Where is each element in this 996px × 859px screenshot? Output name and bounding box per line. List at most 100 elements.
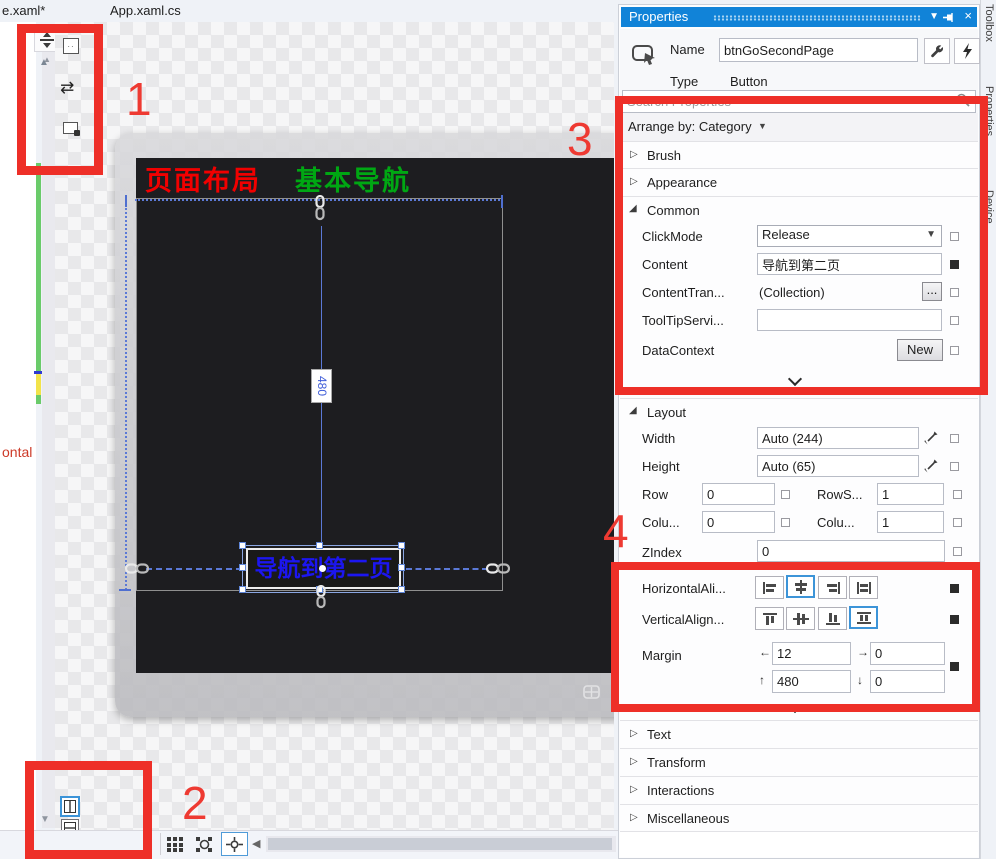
anchor-chain-top-icon[interactable] <box>314 195 326 221</box>
width-input[interactable] <box>757 427 919 449</box>
annotation-box-2 <box>25 761 152 859</box>
auto-hide-pin-icon[interactable] <box>943 11 956 24</box>
height-row: Height <box>620 453 978 481</box>
zindex-property-marker[interactable] <box>953 547 962 556</box>
design-surface[interactable]: 页面布局 基本导航 480 <box>55 22 614 830</box>
page-title-red: 页面布局 <box>145 159 261 198</box>
interactions-label: Interactions <box>647 783 714 798</box>
height-input[interactable] <box>757 455 919 477</box>
type-value: Button <box>730 74 768 89</box>
properties-title: Properties <box>629 9 688 24</box>
expander-expanded-icon: ◢ <box>629 405 637 416</box>
auto-size-icon[interactable] <box>924 459 938 473</box>
page-title-green: 基本导航 <box>295 159 411 198</box>
lightning-icon <box>961 43 974 59</box>
dimension-label: 480 <box>311 369 332 403</box>
annotation-box-4 <box>611 562 980 712</box>
rowspan-property-marker[interactable] <box>953 490 962 499</box>
zindex-label: ZIndex <box>642 545 682 560</box>
margin-dash-right <box>406 568 488 570</box>
close-icon[interactable]: × <box>964 8 972 23</box>
transform-label: Transform <box>647 755 706 770</box>
category-transform[interactable]: ▷ Transform <box>620 748 978 776</box>
width-label: Width <box>642 431 675 446</box>
grid-column-input[interactable] <box>702 511 775 533</box>
colspan-property-marker[interactable] <box>953 518 962 527</box>
name-label: Name <box>670 42 705 57</box>
vs-designer-window: e.xaml* App.xaml.cs ontal ▲ ▼ ▲ ·· ⇄ 页面布… <box>0 0 996 859</box>
side-tab-toolbox[interactable]: Toolbox <box>983 4 995 42</box>
anchor-chain-left-icon[interactable] <box>125 560 149 577</box>
resize-handle-nw[interactable] <box>239 542 246 549</box>
expander-collapsed-icon: ▷ <box>630 784 638 795</box>
expander-collapsed-icon: ▷ <box>630 812 638 823</box>
width-property-marker[interactable] <box>950 434 959 443</box>
resize-handle-e[interactable] <box>398 564 405 571</box>
change-bar-green <box>36 163 41 372</box>
annotation-box-1 <box>17 24 103 175</box>
resize-handle-se[interactable] <box>398 586 405 593</box>
snap-to-snaplines-button[interactable] <box>221 832 248 856</box>
col-boundary-tick-bottom <box>119 589 131 591</box>
height-input-wrap <box>757 455 919 477</box>
text-label: Text <box>647 727 671 742</box>
events-mode-button[interactable] <box>954 38 980 64</box>
category-layout[interactable]: ◢ Layout <box>620 398 978 425</box>
grid-row-input-wrap <box>702 483 775 505</box>
properties-title-bar[interactable]: Properties ▼ × <box>621 7 977 27</box>
tab-mainpage-xaml[interactable]: e.xaml* <box>2 3 45 18</box>
resize-handle-n[interactable] <box>316 542 323 549</box>
rowspan-input[interactable] <box>877 483 944 505</box>
hscroll-thumb[interactable] <box>268 838 612 850</box>
zindex-input[interactable] <box>757 540 945 562</box>
titlebar-grip <box>713 15 921 21</box>
resize-handle-w[interactable] <box>239 564 246 571</box>
row-rowspan-row: Row RowS... <box>620 481 978 509</box>
snap-to-grid-icon[interactable] <box>196 837 213 852</box>
type-label: Type <box>670 74 698 89</box>
category-interactions[interactable]: ▷ Interactions <box>620 776 978 804</box>
colspan-input-wrap <box>877 511 944 533</box>
name-input-wrap <box>719 38 918 62</box>
resize-handle-ne[interactable] <box>398 542 405 549</box>
category-miscellaneous[interactable]: ▷ Miscellaneous <box>620 804 978 832</box>
grid-row-property-marker[interactable] <box>781 490 790 499</box>
document-tab-bar: e.xaml* App.xaml.cs <box>0 0 614 22</box>
zindex-input-wrap <box>757 540 945 562</box>
window-menu-icon[interactable]: ▼ <box>929 11 939 22</box>
margin-dash-left <box>146 568 242 570</box>
expander-collapsed-icon: ▷ <box>630 728 638 739</box>
name-input[interactable] <box>719 38 918 62</box>
height-label: Height <box>642 459 680 474</box>
properties-mode-button[interactable] <box>924 38 950 64</box>
annotation-digit-2: 2 <box>182 780 208 826</box>
anchor-chain-right-icon[interactable] <box>486 560 510 577</box>
change-bar-yellow <box>36 374 41 395</box>
toolbar-divider <box>160 833 161 855</box>
windows-key-icon <box>583 685 600 699</box>
anchor-chain-bottom-icon[interactable] <box>315 585 327 609</box>
colspan-label: Colu... <box>817 515 855 530</box>
resize-handle-sw[interactable] <box>239 586 246 593</box>
show-grid-icon[interactable] <box>167 837 184 852</box>
height-property-marker[interactable] <box>950 462 959 471</box>
layout-label: Layout <box>647 405 686 420</box>
colspan-input[interactable] <box>877 511 944 533</box>
rowspan-label: RowS... <box>817 487 863 502</box>
rowspan-input-wrap <box>877 483 944 505</box>
tab-app-xaml-cs[interactable]: App.xaml.cs <box>110 3 181 18</box>
expander-collapsed-icon: ▷ <box>630 756 638 767</box>
width-row: Width <box>620 425 978 453</box>
grid-column-input-wrap <box>702 511 775 533</box>
scroll-left-icon[interactable]: ◀ <box>252 837 260 850</box>
snaplines-icon <box>226 837 243 852</box>
grid-row-input[interactable] <box>702 483 775 505</box>
designer-horizontal-scrollbar[interactable] <box>266 836 616 852</box>
auto-size-icon[interactable] <box>924 431 938 445</box>
panel-empty-row <box>620 832 978 857</box>
annotation-box-3 <box>615 96 988 395</box>
category-text[interactable]: ▷ Text <box>620 720 978 748</box>
selection-center-dot <box>319 565 326 572</box>
grid-column-property-marker[interactable] <box>781 518 790 527</box>
miscellaneous-label: Miscellaneous <box>647 811 729 826</box>
